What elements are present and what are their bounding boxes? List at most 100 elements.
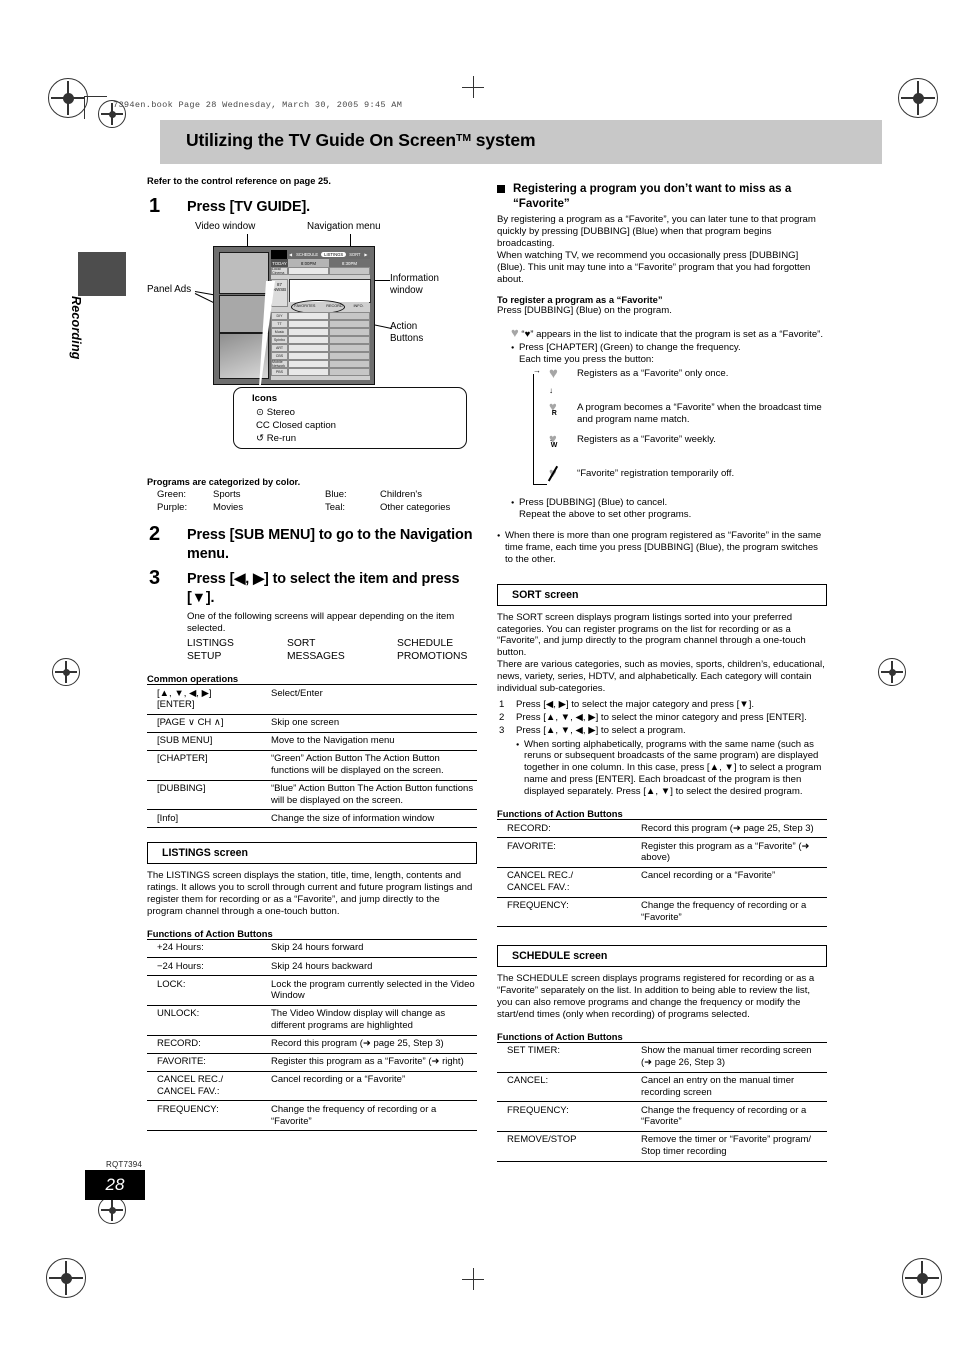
guide-cell[interactable] <box>329 344 370 352</box>
guide-row-channel: Mobile Network <box>271 360 288 368</box>
guide-cell[interactable] <box>288 368 329 376</box>
navigation-menu-bar: ◀ SCHEDULE LISTINGS SORT ▶ <box>271 250 370 259</box>
step-text: Press [▲, ▼, ◀, ▶] to select a program. <box>516 725 686 737</box>
table-row: CANCEL REC./ CANCEL FAV.: Cancel recordin… <box>497 867 827 898</box>
guide-row-top: Local Cinema <box>271 267 370 275</box>
nav-item-schedule[interactable]: SCHEDULE <box>294 252 320 257</box>
page-title-trademark: TM <box>456 132 471 144</box>
step-3-number: 3 <box>149 567 161 589</box>
guide-cell[interactable] <box>329 352 370 360</box>
guide-row: ART <box>271 344 370 352</box>
guide-cell[interactable] <box>329 328 370 336</box>
favorite-each-time: Each time you press the button: <box>519 354 654 366</box>
function-desc: Register this program as a “Favorite” (➜… <box>271 1053 477 1072</box>
favorite-bullets: Press [CHAPTER] (Green) to change the fr… <box>511 342 827 355</box>
function-desc: Change the frequency of recording or a “… <box>271 1100 477 1132</box>
guide-cell[interactable] <box>329 320 370 328</box>
heart-icon-repeat: ♥R <box>549 399 557 418</box>
diagram-label-panel-ads: Panel Ads <box>147 284 192 295</box>
guide-row-channel: ART <box>271 344 288 352</box>
heart-icon-once: ♥ <box>549 365 558 383</box>
table-row: [DUBBING] “Blue” Action Button The Action… <box>147 780 477 811</box>
list-item: When there is more than one program regi… <box>497 530 827 566</box>
guide-cell[interactable] <box>288 344 329 352</box>
guide-grid: ◀ SCHEDULE LISTINGS SORT ▶ TODAY 8:00PM … <box>271 250 371 380</box>
favorite-heart-note-text: “♥” appears in the list to indicate that… <box>521 329 824 341</box>
nav-left-arrow[interactable]: ◀ <box>287 252 294 257</box>
guide-cell[interactable] <box>288 360 329 368</box>
step-index: 1 <box>499 698 505 710</box>
frequency-step-desc: Registers as a “Favorite” only once. <box>577 368 729 380</box>
list-item: Press [CHAPTER] (Green) to change the fr… <box>511 342 827 355</box>
guide-cell[interactable] <box>288 328 329 336</box>
sort-functions-title: Functions of Action Buttons <box>497 808 623 820</box>
function-key: CANCEL REC./ CANCEL FAV.: <box>497 867 641 898</box>
icon-legend-label: Closed caption <box>272 420 336 431</box>
guide-row-channel: Local Cinema <box>271 267 288 275</box>
frequency-step-once: ♥ Registers as a “Favorite” only once. <box>525 365 827 394</box>
guide-row-channel: Spinbo <box>271 336 288 344</box>
function-desc: Remove the timer or “Favorite” program/ … <box>641 1131 827 1162</box>
table-row: SET TIMER: Show the manual timer recordin… <box>497 1041 827 1073</box>
list-item: 3 Press [▲, ▼, ◀, ▶] to select a program. <box>497 725 827 737</box>
guide-cell[interactable] <box>329 360 370 368</box>
step-2-number: 2 <box>149 523 161 545</box>
table-row: REMOVE/STOP Remove the timer or “Favorite… <box>497 1131 827 1162</box>
favorite-body-2: When watching TV, we recommend you occas… <box>497 249 811 285</box>
operation-key: [Info] <box>147 809 271 829</box>
guide-cell[interactable] <box>288 352 329 360</box>
nav-right-arrow[interactable]: ▶ <box>362 252 369 257</box>
panel-ad-1 <box>219 295 269 333</box>
guide-cell[interactable] <box>288 267 329 275</box>
guide-cell[interactable] <box>329 267 370 275</box>
frequency-step-off: ♥ “Favorite” registration temporarily of… <box>525 465 827 494</box>
nav-item-sort[interactable]: SORT <box>347 252 362 257</box>
favorite-heading-text: Registering a program you don’t want to … <box>513 182 792 210</box>
function-key: +24 Hours: <box>147 938 271 959</box>
page-title-tail: system <box>471 130 536 150</box>
registration-mark-bottom-left <box>46 1258 86 1298</box>
crop-cross-bottom <box>462 1268 484 1290</box>
function-desc: Lock the program currently selected in t… <box>271 975 477 1006</box>
operation-key: [CHAPTER] <box>147 750 271 781</box>
table-row: UNLOCK: The Video Window display will cha… <box>147 1005 477 1036</box>
function-key: −24 Hours: <box>147 957 271 977</box>
guide-cell[interactable] <box>329 312 370 320</box>
sort-functions-table: RECORD: Record this program (➜ page 25, S… <box>497 819 827 928</box>
guide-cell[interactable] <box>329 336 370 344</box>
guide-cell[interactable] <box>288 312 329 320</box>
function-desc: Cancel recording or a “Favorite” <box>641 867 827 898</box>
guide-cell[interactable] <box>288 336 329 344</box>
list-item: When sorting alphabetically, programs wi… <box>516 739 827 799</box>
registration-mark-mid-right <box>878 658 906 686</box>
common-operations-table: [▲, ▼, ◀, ▶] [ENTER] Select/Enter [PAGE ∨… <box>147 684 477 829</box>
tv-screen-mock: ◀ SCHEDULE LISTINGS SORT ▶ TODAY 8:00PM … <box>213 246 375 385</box>
guide-cell[interactable] <box>329 368 370 376</box>
icon-legend-label: Stereo <box>266 407 295 418</box>
nav-item-listings[interactable]: LISTINGS <box>321 252 347 257</box>
color-name: Teal: <box>325 502 346 513</box>
step-2: 2 Press [SUB MENU] to go to the Navigati… <box>147 523 477 564</box>
operation-key: [DUBBING] <box>147 780 271 811</box>
registration-mark-foot-left <box>98 1196 126 1224</box>
step-index: 2 <box>499 712 505 724</box>
screen-option: LISTINGS <box>187 637 234 649</box>
guide-row: Mobile Network <box>271 360 370 368</box>
action-button-info[interactable]: INFO. <box>353 304 363 308</box>
table-row: [▲, ▼, ◀, ▶] [ENTER] Select/Enter <box>147 684 477 715</box>
function-key: UNLOCK: <box>147 1005 271 1036</box>
color-category: Other categories <box>380 502 451 513</box>
step-3-subtext: One of the following screens will appear… <box>187 611 455 634</box>
guide-row: Spinbo <box>271 336 370 344</box>
diagram-label-information-window: Information window <box>390 273 440 296</box>
frequency-step-desc: Registers as a “Favorite” weekly. <box>577 434 716 446</box>
step-1-heading: Press [TV GUIDE]. <box>187 199 311 215</box>
color-category: Movies <box>213 502 244 513</box>
function-key: FREQUENCY: <box>497 897 641 928</box>
manual-page: 7394en.book Page 28 Wednesday, March 30,… <box>0 0 954 1351</box>
guide-cell[interactable] <box>288 320 329 328</box>
table-row: FAVORITE: Register this program as a “Fav… <box>147 1053 477 1072</box>
page-number-box: 28 <box>85 1170 145 1200</box>
guide-row: DIY <box>271 312 370 320</box>
function-desc: Cancel an entry on the manual timer reco… <box>641 1072 827 1103</box>
